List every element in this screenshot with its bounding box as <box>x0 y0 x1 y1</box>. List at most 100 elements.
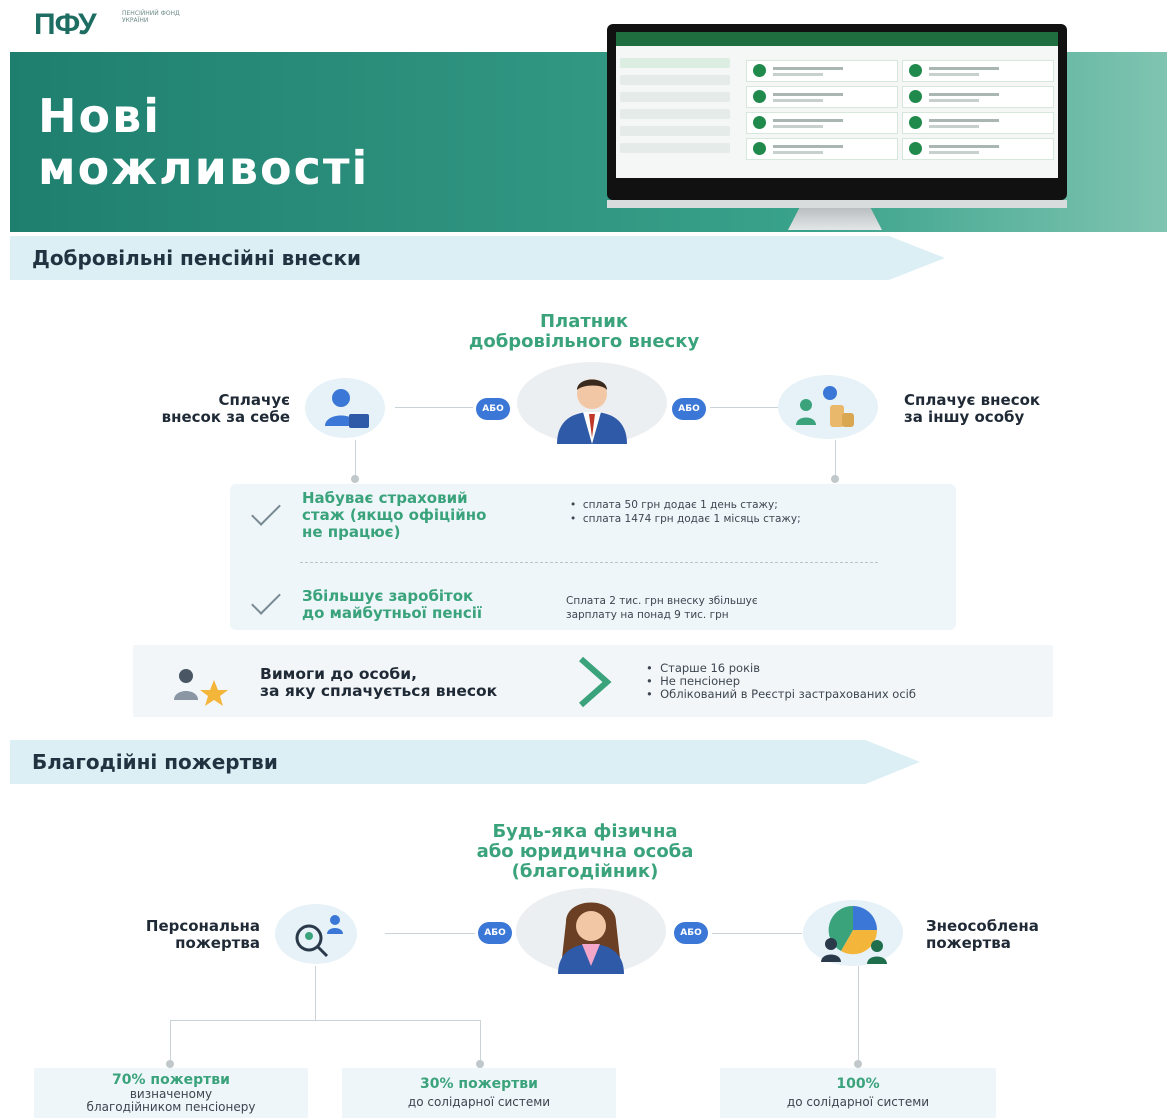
personal-donation-circle <box>275 904 357 964</box>
monitor-screen <box>616 32 1058 178</box>
logo-caption: ПЕНСІЙНИЙ ФОНД УКРАЇНИ <box>122 10 180 24</box>
page-title: Нові можливості <box>38 90 369 194</box>
personal-donation-label: Персональна пожертва <box>100 918 260 952</box>
connector-line <box>170 1020 171 1064</box>
requirements-line-2: за яку сплачується внесок <box>260 682 498 700</box>
payer-line-1: Платник <box>539 311 629 332</box>
donation-100-pct: 100% <box>836 1076 880 1092</box>
benefit-earnings-text-1: Сплата 2 тис. грн внеску збільшує <box>566 595 758 607</box>
title-line-1: Нові <box>38 89 161 143</box>
list-item-text: Не пенсіонер <box>660 674 741 688</box>
list-item-text: сплата 50 грн додає 1 день стажу; <box>582 499 778 511</box>
personal-donation-line-1: Персональна <box>145 917 260 935</box>
connector-line <box>395 407 473 408</box>
list-item-text: Старше 16 років <box>660 661 760 675</box>
woman-avatar <box>516 888 666 974</box>
screen-tile <box>902 112 1054 134</box>
or-badge-right: АБО <box>672 398 706 420</box>
title-line-2: можливості <box>38 141 370 195</box>
donation-30-line-1: до солідарної системи <box>407 1095 551 1109</box>
pay-self-line-1: Сплачує <box>218 391 290 409</box>
connector-line <box>315 966 316 1020</box>
screen-tile <box>902 138 1054 160</box>
donation-100-line-1: до солідарної системи <box>786 1095 930 1109</box>
pay-other-line-1: Сплачує внесок <box>904 391 1041 409</box>
section-charity-title: Благодійні пожертви <box>32 750 278 774</box>
magnifier-person-icon <box>295 915 343 958</box>
section-charity-bar: Благодійні пожертви <box>10 740 920 784</box>
people-coins-icon <box>796 386 854 427</box>
man-avatar-icon <box>557 379 627 444</box>
benefit-seniority-title: Набуває страховий стаж (якщо офіційно не… <box>302 490 542 541</box>
monitor-stand <box>788 208 882 230</box>
screen-tile <box>902 86 1054 108</box>
requirements-line-1: Вимоги до особи, <box>260 665 417 683</box>
screen-side-row <box>620 143 730 153</box>
list-item-text: сплата 1474 грн додає 1 місяць стажу; <box>582 513 801 525</box>
connector-knob <box>166 1060 174 1068</box>
monitor-chin <box>607 200 1067 208</box>
list-item-text: Облікований в Реєстрі застрахованих осіб <box>660 687 916 701</box>
donor-line-1: Будь-яка фізична <box>492 821 678 842</box>
chevron-right-icon <box>575 655 615 713</box>
pay-self-line-2: внесок за себе <box>161 408 290 426</box>
connector-knob <box>476 1060 484 1068</box>
donor-heading: Будь-яка фізична або юридична особа (бла… <box>440 822 730 882</box>
pay-other-line-2: за іншу особу <box>904 408 1025 426</box>
connector-line <box>480 1020 481 1064</box>
list-item: • сплата 1474 грн додає 1 місяць стажу; <box>570 513 801 525</box>
connector-knob <box>831 475 839 483</box>
screen-side-row <box>620 92 730 102</box>
screen-tile <box>902 60 1054 82</box>
donation-100-box: 100% до солідарної системи <box>720 1068 996 1118</box>
screen-side-row <box>620 75 730 85</box>
donor-line-3: (благодійник) <box>511 861 659 882</box>
payer-heading: Платник добровільного внеску <box>420 312 748 352</box>
benefit-earnings-text-2: зарплату на понад 9 тис. грн <box>566 609 729 621</box>
general-donation-circle <box>803 900 903 966</box>
screen-topbar <box>616 32 1058 46</box>
connector-line <box>170 1020 480 1021</box>
section-voluntary-bar: Добровільні пенсійні внески <box>10 236 945 280</box>
requirements-title: Вимоги до особи, за яку сплачується внес… <box>260 666 570 700</box>
pay-self-label: Сплачує внесок за себе <box>108 392 290 426</box>
monitor-illustration <box>607 24 1067 200</box>
screen-side-row <box>620 58 730 68</box>
or-badge-left: АБО <box>478 922 512 944</box>
screen-side-row <box>620 109 730 119</box>
benefit-earnings-line-1: Збільшує заробіток <box>302 587 474 605</box>
donation-70-line-2: благодійником пенсіонеру <box>86 1100 256 1114</box>
person-briefcase-icon <box>325 389 369 428</box>
connector-line <box>712 933 802 934</box>
or-badge-left: АБО <box>476 398 510 420</box>
connector-line <box>355 440 356 478</box>
benefit-seniority-line-3: не працює) <box>302 523 401 541</box>
general-donation-line-2: пожертва <box>926 934 1011 952</box>
benefit-seniority-list: • сплата 50 грн додає 1 день стажу; • сп… <box>570 498 930 526</box>
donation-70-pct: 70% пожертви <box>112 1072 230 1088</box>
screen-tile <box>746 138 898 160</box>
or-badge-right: АБО <box>674 922 708 944</box>
list-item: • Облікований в Реєстрі застрахованих ос… <box>646 687 916 701</box>
general-donation-label: Знеособлена пожертва <box>926 918 1126 952</box>
pfu-logo: ПФУ <box>34 8 97 41</box>
screen-sidebar <box>620 58 730 174</box>
connector-line <box>385 933 475 934</box>
pay-self-circle <box>305 378 385 438</box>
pay-other-label: Сплачує внесок за іншу особу <box>904 392 1104 426</box>
benefit-seniority-line-1: Набуває страховий <box>302 489 468 507</box>
man-avatar <box>517 362 667 444</box>
benefit-earnings-line-2: до майбутньої пенсії <box>302 604 483 622</box>
donation-70-box: 70% пожертви визначеному благодійником п… <box>34 1068 308 1118</box>
screen-side-row <box>620 126 730 136</box>
section-voluntary-title: Добровільні пенсійні внески <box>32 246 362 270</box>
benefit-earnings-title: Збільшує заробіток до майбутньої пенсії <box>302 588 552 622</box>
requirements-list: • Старше 16 років • Не пенсіонер • Облік… <box>646 662 1046 701</box>
screen-tile <box>746 112 898 134</box>
general-donation-line-1: Знеособлена <box>926 917 1039 935</box>
connector-knob <box>351 475 359 483</box>
screen-tile <box>746 86 898 108</box>
benefit-seniority-line-2: стаж (якщо офіційно <box>302 506 487 524</box>
woman-avatar-icon <box>558 902 624 974</box>
connector-knob <box>854 1060 862 1068</box>
